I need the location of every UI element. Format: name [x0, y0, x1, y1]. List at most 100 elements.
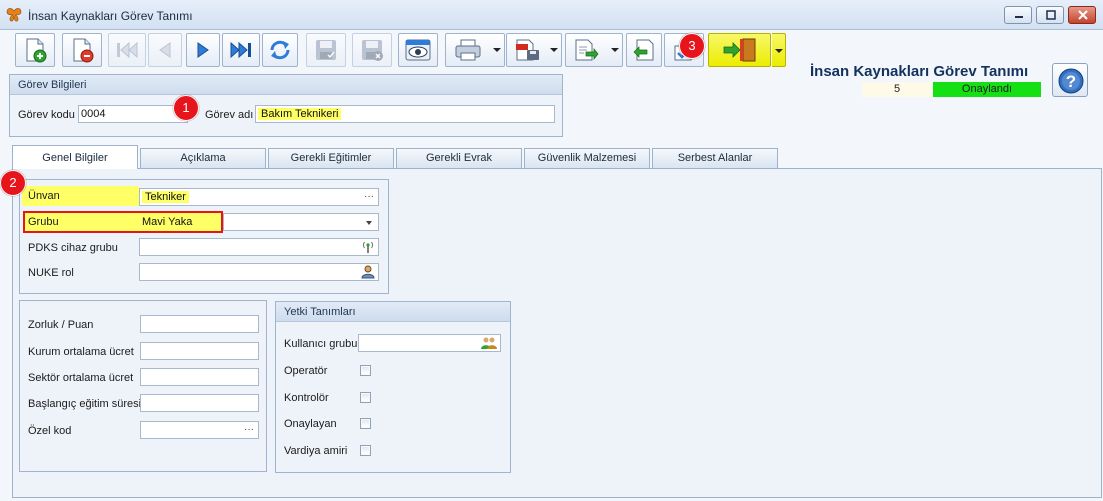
- tab-label: Gerekli Evrak: [425, 152, 493, 164]
- tab-gerekli-egitimler[interactable]: Gerekli Eğitimler: [268, 148, 394, 168]
- annotation-badge-2: 2: [0, 170, 26, 196]
- previous-record-icon: [159, 42, 171, 58]
- tab-label: Güvenlik Malzemesi: [537, 152, 637, 164]
- first-record-icon: [117, 41, 138, 59]
- chevron-down-icon[interactable]: [366, 221, 372, 225]
- maximize-icon: [1046, 10, 1056, 20]
- gorev-adi-input[interactable]: Bakım Teknikeri: [255, 105, 555, 123]
- help-button[interactable]: ?: [1052, 63, 1088, 97]
- zorluk-input[interactable]: [140, 315, 259, 333]
- print-button[interactable]: [445, 33, 505, 67]
- pdf-export-icon: [516, 39, 539, 61]
- export-button[interactable]: [565, 33, 623, 67]
- toolbar: İnsan Kaynakları Görev Tanımı 5 Onayland…: [0, 30, 1103, 97]
- kurum-label: Kurum ortalama ücret: [28, 346, 134, 358]
- kontrolor-label: Kontrolör: [284, 392, 329, 404]
- unvan-value: Tekniker: [142, 191, 189, 203]
- last-record-icon: [230, 41, 251, 59]
- preview-button[interactable]: [398, 33, 438, 67]
- print-icon: [455, 39, 481, 61]
- ozel-kod-input[interactable]: ···: [140, 421, 259, 439]
- ellipsis-icon[interactable]: ···: [364, 189, 374, 205]
- ellipsis-icon[interactable]: ···: [244, 422, 254, 438]
- annotation-badge-1: 1: [173, 95, 199, 121]
- vardiya-amiri-checkbox[interactable]: [360, 445, 371, 456]
- svg-text:?: ?: [1066, 72, 1076, 91]
- exit-dropdown-button[interactable]: [772, 33, 786, 67]
- unvan-label: Ünvan: [28, 190, 60, 202]
- save-and-close-button[interactable]: [352, 33, 392, 67]
- numeric-group: Zorluk / Puan Kurum ortalama ücret Sektö…: [19, 300, 267, 472]
- grubu-select-rest[interactable]: [223, 213, 379, 231]
- grubu-label: Grubu: [28, 216, 59, 228]
- kurum-input[interactable]: [140, 342, 259, 360]
- kullanici-grubu-label: Kullanıcı grubu: [284, 338, 358, 350]
- delete-record-button[interactable]: [62, 33, 102, 67]
- window-title: İnsan Kaynakları Görev Tanımı: [28, 9, 193, 23]
- minimize-icon: [1015, 16, 1023, 18]
- sektor-input[interactable]: [140, 368, 259, 386]
- gorev-kodu-input[interactable]: 0004: [78, 105, 188, 123]
- save-icon: [316, 40, 336, 60]
- previous-record-button[interactable]: [148, 33, 182, 67]
- gorev-kodu-value: 0004: [81, 108, 106, 120]
- tab-serbest-alanlar[interactable]: Serbest Alanlar: [652, 148, 778, 168]
- onaylayan-label: Onaylayan: [284, 418, 337, 430]
- user-group-icon[interactable]: [481, 336, 497, 350]
- minimize-button[interactable]: [1004, 6, 1032, 24]
- exit-button[interactable]: [708, 33, 771, 67]
- baslangic-input[interactable]: [140, 394, 259, 412]
- baslangic-label: Başlangıç eğitim süresi: [28, 398, 142, 410]
- tab-genel-bilgiler[interactable]: Genel Bilgiler: [12, 145, 138, 169]
- last-record-button[interactable]: [222, 33, 260, 67]
- genel-bilgiler-panel: Ünvan Tekniker ··· Grubu Mavi Yaka PDKS …: [12, 168, 1102, 498]
- pdks-input[interactable]: [139, 238, 379, 256]
- grubu-value: Mavi Yaka: [142, 216, 193, 228]
- new-record-button[interactable]: [15, 33, 55, 67]
- nuke-label: NUKE rol: [28, 267, 74, 279]
- refresh-button[interactable]: [262, 33, 298, 67]
- export-icon: [575, 39, 599, 61]
- tab-label: Serbest Alanlar: [677, 152, 753, 164]
- ozel-kod-label: Özel kod: [28, 425, 72, 437]
- tab-label: Açıklama: [180, 152, 226, 164]
- pdks-label: PDKS cihaz grubu: [28, 242, 118, 254]
- gorev-bilgileri-group: Görev Bilgileri Görev kodu 0004 Görev ad…: [9, 74, 563, 137]
- unvan-group: Ünvan Tekniker ··· Grubu Mavi Yaka PDKS …: [19, 179, 389, 294]
- sektor-label: Sektör ortalama ücret: [28, 372, 134, 384]
- kullanici-grubu-input[interactable]: [358, 334, 501, 352]
- close-icon: [1078, 10, 1088, 20]
- preview-icon: [405, 39, 431, 61]
- import-icon: [633, 39, 654, 61]
- operator-checkbox[interactable]: [360, 365, 371, 376]
- import-button[interactable]: [626, 33, 662, 67]
- nuke-input[interactable]: [139, 263, 379, 281]
- next-record-icon: [197, 42, 209, 58]
- new-document-icon: [26, 38, 47, 63]
- gorev-adi-value: Bakım Teknikeri: [258, 108, 342, 120]
- yetki-header: Yetki Tanımları: [276, 302, 510, 322]
- annotation-badge-3: 3: [679, 33, 705, 59]
- tab-gerekli-evrak[interactable]: Gerekli Evrak: [396, 148, 522, 168]
- tab-aciklama[interactable]: Açıklama: [140, 148, 266, 168]
- gorev-bilgileri-header: Görev Bilgileri: [10, 75, 562, 95]
- next-record-button[interactable]: [186, 33, 220, 67]
- status-badge: Onaylandı: [933, 82, 1041, 97]
- user-role-icon[interactable]: [361, 265, 375, 279]
- form-title: İnsan Kaynakları Görev Tanımı: [810, 63, 1029, 80]
- antenna-icon[interactable]: [361, 240, 375, 254]
- vardiya-amiri-label: Vardiya amiri: [284, 445, 348, 457]
- maximize-button[interactable]: [1036, 6, 1064, 24]
- first-record-button[interactable]: [108, 33, 146, 67]
- kontrolor-checkbox[interactable]: [360, 392, 371, 403]
- close-window-button[interactable]: [1068, 6, 1096, 24]
- yetki-group: Yetki Tanımları Kullanıcı grubu Operatör…: [275, 301, 511, 473]
- save-button[interactable]: [306, 33, 346, 67]
- unvan-input[interactable]: Tekniker ···: [139, 188, 379, 206]
- pdf-export-button[interactable]: [506, 33, 562, 67]
- help-icon: ?: [1058, 68, 1084, 94]
- zorluk-label: Zorluk / Puan: [28, 319, 94, 331]
- title-bar: İnsan Kaynakları Görev Tanımı: [0, 0, 1103, 30]
- tab-guvenlik-malzemesi[interactable]: Güvenlik Malzemesi: [524, 148, 650, 168]
- onaylayan-checkbox[interactable]: [360, 418, 371, 429]
